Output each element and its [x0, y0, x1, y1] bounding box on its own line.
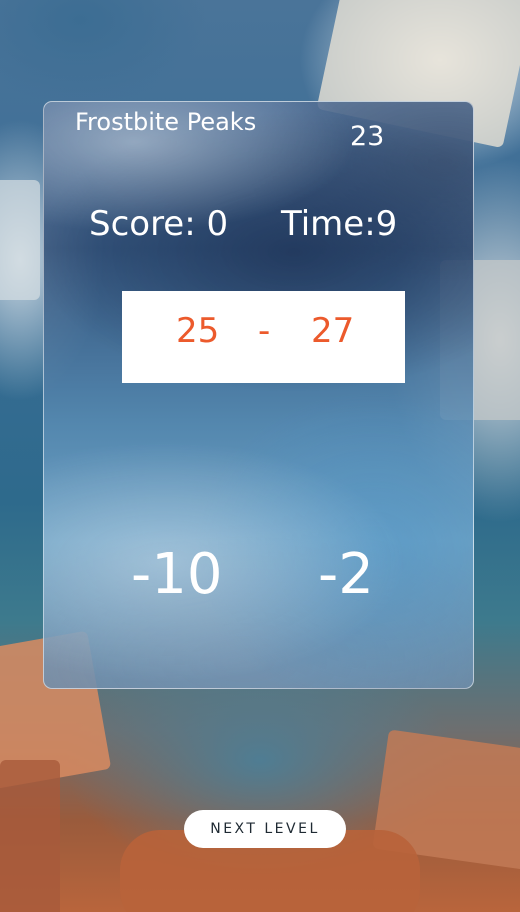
range-low-value: 25 — [176, 311, 220, 351]
level-name: Frostbite Peaks — [75, 108, 257, 136]
background-red-rock — [0, 760, 60, 912]
level-number: 23 — [350, 121, 385, 152]
background-ice-ledge — [0, 180, 40, 300]
time-display: Time:9 — [281, 204, 398, 244]
target-range-box: 25 - 27 — [122, 291, 405, 383]
range-high-value: 27 — [311, 311, 355, 351]
game-scene: Frostbite Peaks 23 Score: 0 Time:9 25 - … — [0, 0, 520, 912]
choice-option-left[interactable]: -10 — [131, 542, 222, 607]
game-panel: Frostbite Peaks 23 Score: 0 Time:9 25 - … — [43, 101, 474, 689]
next-level-button[interactable]: NEXT LEVEL — [184, 810, 346, 848]
choice-option-right[interactable]: -2 — [318, 542, 374, 607]
range-separator: - — [258, 311, 271, 351]
score-display: Score: 0 — [89, 204, 229, 244]
